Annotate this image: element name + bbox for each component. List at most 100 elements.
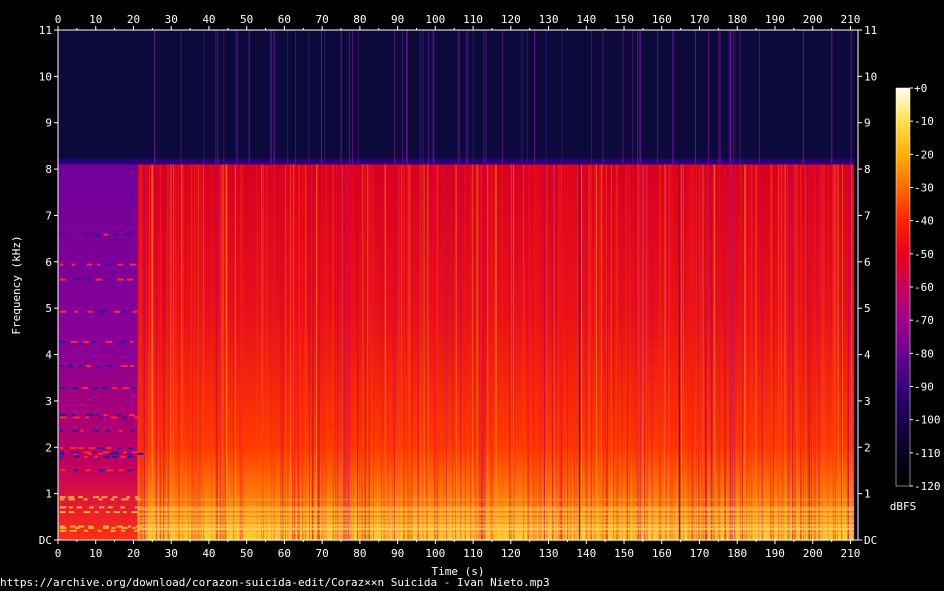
transient-line: [472, 30, 474, 165]
intro-harmonic: [59, 263, 64, 266]
x-tick-label-top: 150: [614, 13, 634, 26]
intro-harmonic: [111, 526, 116, 529]
spectral-streak: [821, 164, 823, 541]
spectral-streak: [788, 164, 790, 541]
spectral-streak: [480, 164, 482, 541]
spectral-streak: [658, 164, 660, 541]
colorbar-label: dBFS: [890, 500, 917, 513]
spectral-streak: [792, 164, 794, 541]
intro-harmonic: [123, 451, 127, 454]
spectral-streak: [192, 164, 194, 541]
transient-line: [695, 30, 697, 165]
spectral-streak: [591, 164, 593, 541]
x-tick-label-top: 110: [463, 13, 483, 26]
intro-harmonic: [78, 525, 85, 528]
spectral-streak: [529, 164, 531, 541]
intro-harmonic: [67, 496, 75, 499]
spectral-streak: [808, 164, 810, 541]
transient-line: [394, 30, 396, 165]
spectral-streak: [417, 164, 419, 541]
intro-harmonic: [117, 263, 124, 266]
harmonic-band: [137, 524, 855, 526]
spectral-streak: [343, 164, 345, 541]
intro-harmonic: [74, 310, 79, 313]
spectral-streak: [585, 164, 587, 541]
spectral-streak: [400, 164, 402, 541]
spectral-streak: [593, 164, 595, 541]
intro-harmonic: [88, 447, 95, 450]
spectral-streak: [219, 164, 221, 541]
x-tick-label-bottom: 90: [391, 547, 404, 560]
spectral-streak: [233, 164, 235, 541]
intro-harmonic: [69, 525, 77, 528]
spectral-streak: [851, 164, 853, 541]
x-tick-label-top: 70: [316, 13, 329, 26]
intro-harmonic: [70, 233, 74, 236]
y-axis-label: Frequency (kHz): [10, 235, 23, 334]
spectral-streak: [741, 164, 743, 541]
transient-line: [154, 30, 156, 165]
colorbar-tick-label: -80: [914, 347, 934, 360]
spectral-streak: [341, 164, 343, 541]
intro-harmonic: [121, 365, 128, 368]
intro-harmonic: [59, 525, 65, 528]
spectral-streak: [216, 164, 218, 541]
intro-harmonic: [72, 387, 78, 390]
intro-harmonic: [85, 365, 92, 368]
intro-harmonic: [99, 416, 103, 419]
transient-line: [422, 30, 424, 165]
intro-harmonic: [113, 511, 120, 514]
x-tick-label-top: 60: [278, 13, 291, 26]
intro-harmonic: [106, 278, 110, 281]
transient-line: [735, 30, 737, 165]
spectral-streak: [645, 164, 647, 541]
dropout-line: [578, 164, 581, 541]
spectral-streak: [728, 164, 730, 541]
intro-energy-region: [58, 164, 138, 541]
intro-harmonic: [78, 496, 83, 499]
intro-harmonic: [127, 447, 134, 450]
x-tick-label-bottom: 40: [202, 547, 215, 560]
spectral-streak: [381, 164, 383, 541]
intro-harmonic: [120, 529, 126, 532]
x-tick-label-top: 210: [841, 13, 861, 26]
intro-harmonic: [59, 447, 64, 450]
spectral-streak: [164, 164, 166, 541]
intro-harmonic: [105, 340, 113, 343]
y-tick-label-right: 10: [864, 70, 877, 83]
spectral-streak: [702, 164, 704, 541]
spectral-streak: [687, 164, 689, 541]
spectral-streak: [491, 164, 493, 541]
spectral-streak: [637, 164, 639, 541]
intro-harmonic: [78, 365, 82, 368]
intro-harmonic: [68, 511, 75, 514]
spectral-streak: [215, 164, 217, 541]
spectral-streak: [841, 164, 843, 541]
intro-harmonic: [82, 387, 88, 390]
transient-line: [526, 30, 528, 165]
spectral-streak: [368, 164, 370, 541]
intro-harmonic: [102, 455, 110, 458]
spectral-streak: [669, 164, 671, 541]
spectral-streak: [729, 164, 731, 541]
colorbar-ramp: [895, 87, 911, 487]
intro-harmonic: [129, 429, 135, 432]
spectral-streak: [682, 164, 684, 541]
x-tick-label-bottom: 70: [316, 547, 329, 560]
intro-harmonic: [103, 233, 109, 236]
intro-harmonic: [94, 233, 100, 236]
spectral-streak: [665, 164, 667, 541]
intro-harmonic: [120, 340, 125, 343]
intro-harmonic: [100, 387, 107, 390]
x-tick-label-top: 180: [727, 13, 747, 26]
intro-harmonic: [129, 263, 137, 266]
intro-harmonic: [94, 511, 99, 514]
intro-harmonic: [125, 233, 133, 236]
intro-harmonic: [73, 455, 80, 458]
transient-line: [728, 30, 730, 165]
transient-line: [502, 30, 504, 165]
spectral-streak: [324, 164, 326, 541]
intro-harmonic: [85, 416, 90, 419]
transient-line: [273, 30, 275, 165]
spectral-streak: [317, 164, 319, 541]
